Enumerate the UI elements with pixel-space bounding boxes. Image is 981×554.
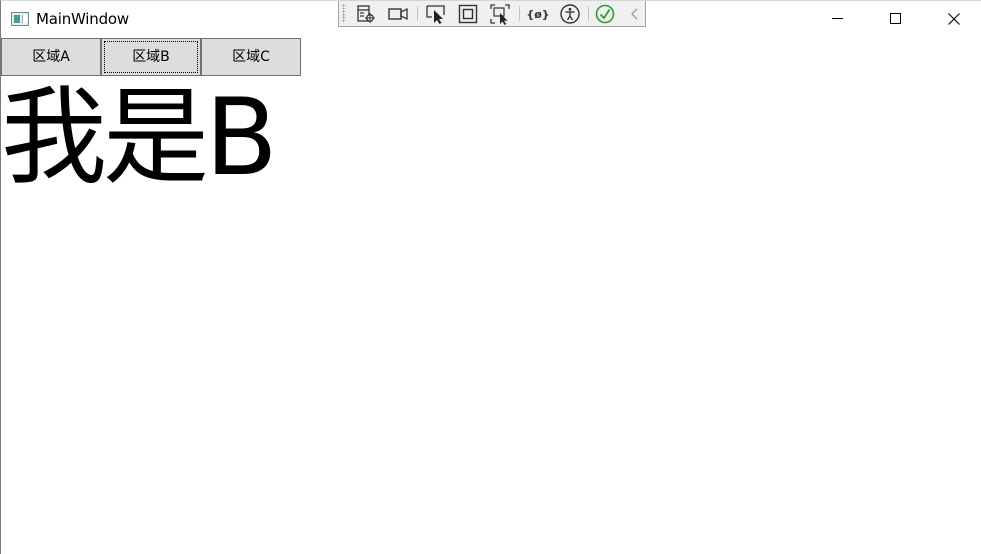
maximize-button[interactable] — [867, 1, 925, 37]
svg-text:{ø}: {ø} — [527, 8, 549, 21]
minimize-icon — [832, 18, 843, 19]
close-icon — [948, 13, 960, 25]
maximize-icon — [890, 13, 901, 24]
close-button[interactable] — [925, 1, 981, 37]
window-title: MainWindow — [36, 10, 129, 28]
main-window: MainWindow {ø} 区域A 区域B 区域C 我是B — [0, 0, 981, 554]
debug-toolbar: {ø} — [338, 1, 646, 27]
region-a-button[interactable]: 区域A — [1, 38, 101, 76]
display-layout-adorners-icon[interactable] — [457, 3, 479, 25]
hot-reload-status-icon[interactable] — [594, 3, 616, 25]
record-icon[interactable] — [387, 3, 409, 25]
minimize-button[interactable] — [809, 1, 867, 37]
region-c-button[interactable]: 区域C — [201, 38, 301, 76]
binding-failures-icon[interactable]: {ø} — [526, 3, 549, 25]
select-element-icon[interactable] — [425, 3, 447, 25]
toolbar-grip[interactable] — [342, 4, 346, 23]
content-text: 我是B — [1, 76, 278, 199]
accessibility-icon[interactable] — [559, 3, 581, 25]
track-focused-element-icon[interactable] — [489, 3, 511, 25]
window-app-icon — [11, 12, 29, 26]
collapse-toolbar-icon[interactable] — [624, 3, 646, 25]
live-visual-tree-icon[interactable] — [355, 3, 377, 25]
region-b-button[interactable]: 区域B — [101, 38, 201, 76]
